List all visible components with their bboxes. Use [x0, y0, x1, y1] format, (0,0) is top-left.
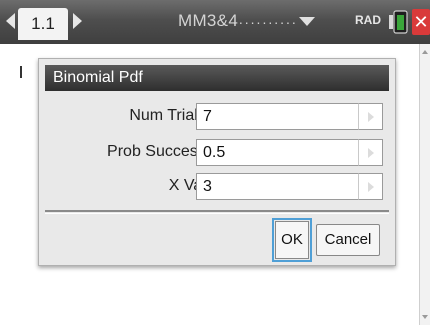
prob-success-input[interactable]: 0.5: [196, 139, 358, 166]
dialog-divider-highlight: [45, 213, 389, 214]
scrollbar[interactable]: [419, 44, 430, 325]
close-icon[interactable]: ✕: [412, 9, 430, 35]
chevron-right-icon: [368, 148, 374, 158]
scroll-up-icon[interactable]: [422, 50, 428, 54]
prob-success-picker-button[interactable]: [358, 139, 383, 166]
cancel-button[interactable]: Cancel: [316, 224, 380, 256]
battery-icon: [389, 10, 408, 34]
chevron-right-icon: [368, 112, 374, 122]
dialog-divider: [45, 210, 389, 212]
document-title-dots: ...........: [233, 11, 298, 27]
scroll-down-icon[interactable]: [422, 315, 428, 319]
page-tab[interactable]: 1.1: [18, 8, 68, 40]
text-cursor: [20, 66, 22, 78]
chevron-right-icon[interactable]: [73, 13, 82, 29]
status-bar: 1.1 MM3&4 ........... RAD ✕: [0, 0, 430, 44]
ok-button[interactable]: OK: [272, 218, 312, 262]
binomial-pdf-dialog: Binomial Pdf Num Trials, n: 7 Prob Succe…: [38, 58, 396, 266]
num-trials-picker-button[interactable]: [358, 103, 383, 130]
chevron-down-icon[interactable]: [299, 17, 315, 26]
x-value-input[interactable]: 3: [196, 173, 358, 200]
dialog-title: Binomial Pdf: [45, 65, 389, 91]
angle-mode-label: RAD: [355, 13, 381, 27]
chevron-left-icon[interactable]: [6, 13, 15, 29]
document-title: MM3&4: [178, 11, 239, 30]
num-trials-input[interactable]: 7: [196, 103, 358, 130]
x-value-picker-button[interactable]: [358, 173, 383, 200]
chevron-right-icon: [368, 182, 374, 192]
